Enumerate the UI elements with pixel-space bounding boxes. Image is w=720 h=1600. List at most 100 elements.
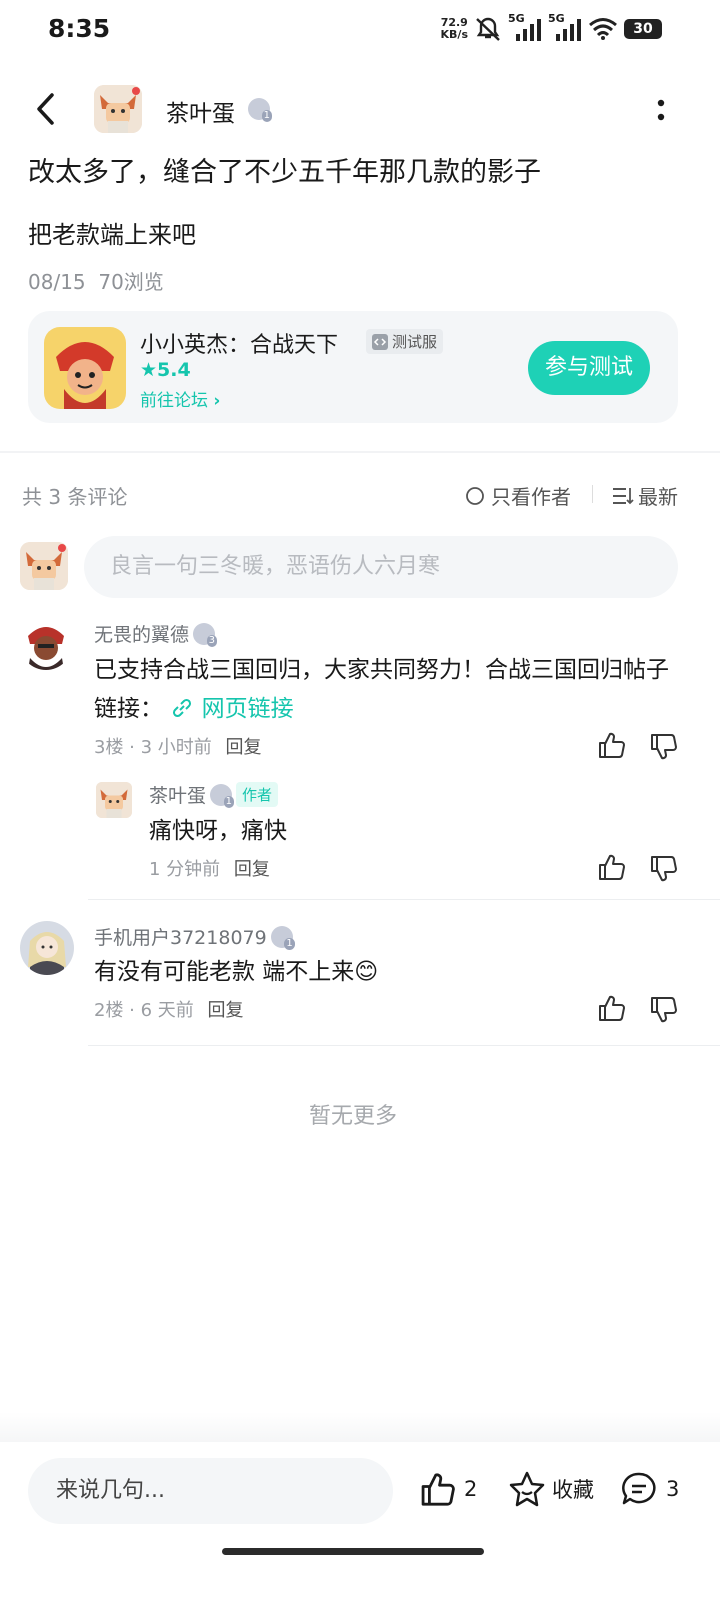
comment-meta: 2楼 · 6 天前 回复 [94, 1000, 244, 1021]
post-date: 08/15 [28, 270, 86, 294]
avatar-image [20, 542, 68, 590]
star-outline-icon [509, 1471, 545, 1507]
battery-indicator: 30 [624, 19, 662, 39]
status-icons: 72.9 KB/s 5G 5G 30 [441, 12, 662, 44]
reply-button[interactable]: 回复 [226, 737, 262, 758]
avatar-image [20, 921, 74, 975]
commenter-avatar[interactable] [20, 618, 72, 670]
post-title: 改太多了，缝合了不少五千年那几款的影子 [28, 157, 541, 188]
comment-meta: 3楼 · 3 小时前 回复 [94, 737, 262, 758]
reply-text: 痛快呀，痛快 [149, 818, 287, 844]
no-more-text: 暂无更多 [308, 1104, 397, 1129]
bottom-comment-input[interactable]: 来说几句... [28, 1458, 393, 1524]
comment-floor: 2楼 [94, 1000, 124, 1021]
more-vertical-icon[interactable] [653, 96, 669, 124]
avatar-image [94, 85, 142, 133]
comment-divider [88, 1045, 720, 1046]
mute-icon [476, 17, 500, 41]
level-number: 1 [284, 937, 295, 950]
forum-link[interactable]: 前往论坛 › [140, 386, 220, 411]
author-only-label: 只看作者 [491, 485, 571, 509]
reply-button[interactable]: 回复 [208, 1000, 244, 1021]
reply-time: 1 分钟前 [149, 859, 221, 880]
game-name: 小小英杰：合战天下 [140, 333, 339, 358]
avatar[interactable] [94, 85, 142, 133]
comments-button[interactable]: 3 [620, 1470, 679, 1508]
level-number: 1 [223, 795, 235, 808]
thumbs-up-icon[interactable] [596, 852, 626, 882]
comment-divider [88, 899, 720, 900]
web-link[interactable]: 网页链接 [170, 696, 294, 722]
forum-link-label: 前往论坛 [140, 391, 208, 411]
comment-username[interactable]: 无畏的翼德 [94, 620, 189, 647]
level-badge-icon: 1 [270, 925, 295, 950]
comment-username[interactable]: 手机用户37218079 [94, 923, 267, 950]
net-speed-unit: KB/s [440, 28, 468, 41]
status-time: 8:35 [48, 14, 111, 43]
like-count: 2 [464, 1477, 478, 1501]
link-icon [173, 698, 192, 718]
radio-circle-icon [466, 486, 484, 505]
chevron-right-icon: › [213, 391, 221, 411]
net-speed: 72.9 KB/s [441, 17, 468, 41]
game-icon-image [44, 327, 126, 409]
thumbs-up-icon [421, 1473, 455, 1506]
comment-time: 6 天前 [140, 1000, 194, 1021]
star-icon: ★ [140, 359, 158, 381]
author-only-toggle[interactable]: 只看作者 [465, 481, 571, 510]
comment-floor: 3楼 [94, 737, 124, 758]
post-views: 70浏览 [98, 270, 164, 294]
signal-1: 5G [508, 12, 542, 42]
reply-user-row: 茶叶蛋 1 作者 [149, 781, 279, 808]
signal-bars-icon [516, 19, 541, 41]
author-tag: 作者 [236, 782, 279, 807]
level-badge-icon: 3 [193, 622, 218, 647]
comment-user-row: 无畏的翼德 3 [94, 620, 218, 647]
game-card[interactable]: 小小英杰：合战天下 测试服 ★5.4 前往论坛 › 参与测试 [28, 311, 678, 423]
level-number: 3 [206, 634, 218, 647]
test-server-label: 测试服 [392, 333, 438, 351]
comment-time: 3 小时前 [140, 737, 212, 758]
comment-text: 已支持合战三国回归，大家共同努力！合战三国回归帖子链接： 网页链接 [94, 651, 684, 729]
reply-meta: 1 分钟前 回复 [149, 855, 270, 881]
reply-username[interactable]: 茶叶蛋 [149, 781, 206, 808]
comment-count-bottom: 3 [666, 1477, 680, 1501]
thumbs-up-icon[interactable] [596, 993, 626, 1023]
comment-text: 有没有可能老款 端不上来😊 [94, 959, 379, 985]
sort-icon [613, 487, 634, 504]
comment-bubble-icon [622, 1472, 656, 1505]
bottom-shadow [0, 1412, 720, 1442]
test-server-badge: 测试服 [366, 329, 444, 354]
my-avatar [20, 542, 68, 590]
favorite-button[interactable]: 收藏 [508, 1470, 594, 1508]
reply-button[interactable]: 回复 [234, 859, 270, 880]
thumbs-down-icon[interactable] [648, 732, 678, 762]
thumbs-down-icon[interactable] [648, 854, 678, 884]
rating-value: 5.4 [157, 359, 191, 381]
comment-user-row: 手机用户37218079 1 [94, 923, 295, 950]
back-arrow-icon[interactable] [32, 92, 60, 126]
signal-2: 5G [548, 12, 582, 42]
avatar-image [96, 782, 132, 818]
level-badge-icon: 1 [210, 783, 235, 808]
avatar-image [20, 618, 72, 670]
web-link-label: 网页链接 [201, 696, 294, 722]
comment-input[interactable]: 良言一句三冬暖，恶语伤人六月寒 [84, 536, 678, 598]
thumbs-up-icon[interactable] [596, 730, 626, 760]
post-body: 把老款端上来吧 [28, 221, 196, 249]
thumbs-down-icon[interactable] [648, 995, 678, 1025]
commenter-avatar[interactable] [20, 921, 74, 975]
wifi-icon [589, 18, 617, 40]
join-test-button[interactable]: 参与测试 [528, 341, 650, 395]
signal-bars-icon [556, 19, 581, 41]
reply-avatar[interactable] [96, 782, 132, 818]
section-divider [0, 451, 720, 453]
sort-label: 最新 [638, 485, 678, 509]
comment-count: 共 3 条评论 [22, 485, 128, 509]
code-icon [372, 333, 388, 350]
header-username[interactable]: 茶叶蛋 [166, 94, 235, 128]
like-button[interactable]: 2 [418, 1470, 477, 1508]
level-badge-icon: 1 [248, 98, 272, 122]
sort-button[interactable]: 最新 [612, 481, 678, 510]
home-indicator[interactable] [222, 1548, 484, 1555]
